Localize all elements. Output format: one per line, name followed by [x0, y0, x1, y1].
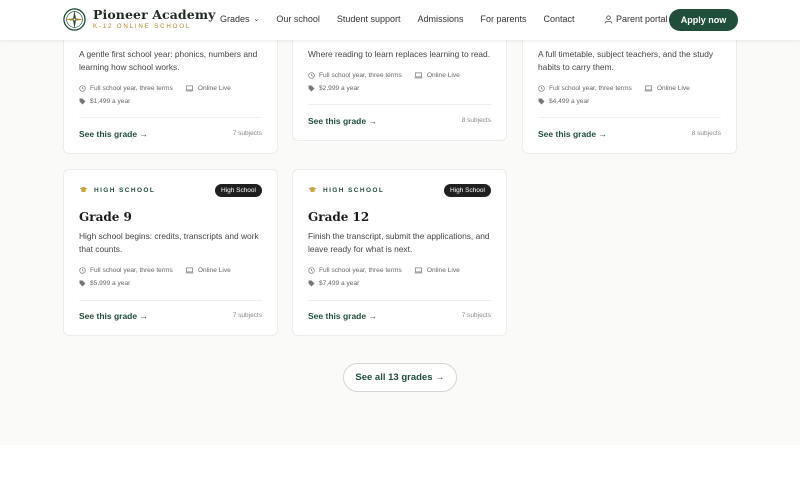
tag-icon: [538, 98, 545, 105]
schedule-text: Full school year, three terms: [319, 72, 402, 79]
price-meta: $1,499 a year: [79, 98, 130, 105]
main-nav: Grades ⌄ Our school Student support Admi…: [220, 14, 592, 24]
brand-logo[interactable]: Pioneer Academy K-12 ONLINE SCHOOL: [63, 8, 216, 31]
schedule-meta: Full school year, three terms Online Liv…: [79, 267, 231, 274]
laptop-icon: [644, 85, 653, 92]
see-grade-link[interactable]: See this grade →: [79, 311, 148, 321]
schedule-text: Full school year, three terms: [90, 85, 173, 92]
level-text: HIGH SCHOOL: [94, 187, 156, 194]
laptop-icon: [185, 85, 194, 92]
user-icon: [604, 14, 613, 23]
subject-count: 7 subjects: [461, 312, 491, 319]
schedule-meta: Full school year, three terms Online Liv…: [538, 85, 690, 92]
grade-card: HIGH SCHOOL High School Grade 9 High sch…: [63, 169, 278, 336]
compass-icon: [63, 8, 86, 31]
tag-icon: [79, 98, 86, 105]
schedule-text: Full school year, three terms: [319, 267, 402, 274]
nav-item-our-school[interactable]: Our school: [276, 14, 320, 24]
grade-title: Grade 12: [308, 210, 370, 224]
level-text: HIGH SCHOOL: [323, 187, 385, 194]
clock-icon: [308, 267, 315, 274]
laptop-icon: [414, 267, 423, 274]
price-meta: $7,499 a year: [308, 280, 359, 287]
price-text: $7,499 a year: [319, 280, 360, 287]
card-divider: [308, 300, 491, 301]
card-divider: [538, 117, 721, 118]
card-divider: [79, 300, 262, 301]
nav-item-label: Contact: [543, 14, 575, 24]
laptop-icon: [185, 267, 194, 274]
apply-now-button[interactable]: Apply now: [669, 9, 738, 31]
nav-item-label: Our school: [276, 14, 320, 24]
tag-icon: [308, 280, 315, 287]
nav-item-admissions[interactable]: Admissions: [417, 14, 463, 24]
nav-item-label: Student support: [336, 14, 401, 24]
grade-description: A full timetable, subject teachers, and …: [538, 49, 714, 72]
nav-item-student-support[interactable]: Student support: [337, 14, 401, 24]
schedule-text: Full school year, three terms: [90, 267, 173, 274]
grade-description: A gentle first school year: phonics, num…: [79, 49, 258, 72]
see-grade-link[interactable]: See this grade →: [308, 116, 377, 126]
brand-name: Pioneer Academy: [93, 7, 216, 22]
parent-portal-label: Parent portal: [616, 14, 668, 24]
grade-description: Finish the transcript, submit the applic…: [308, 231, 490, 254]
see-grade-link[interactable]: See this grade →: [79, 129, 148, 139]
price-meta: $2,999 a year: [308, 85, 359, 92]
tag-icon: [308, 85, 315, 92]
price-meta: $4,499 a year: [538, 98, 589, 105]
price-text: $1,499 a year: [90, 98, 131, 105]
level-label: HIGH SCHOOL: [308, 186, 384, 195]
clock-icon: [538, 85, 545, 92]
format-text: Online Live: [426, 267, 460, 274]
parent-portal-link[interactable]: Parent portal: [604, 14, 668, 24]
footer-band: [0, 445, 800, 500]
clock-icon: [308, 72, 315, 79]
tag-icon: [79, 280, 86, 287]
clock-icon: [79, 267, 86, 274]
level-badge: High School: [443, 184, 491, 197]
price-text: $4,499 a year: [549, 98, 590, 105]
schedule-meta: Full school year, three terms Online Liv…: [79, 85, 231, 92]
see-all-grades-button[interactable]: See all 13 grades →: [343, 363, 457, 392]
clock-icon: [79, 85, 86, 92]
brand-tagline: K-12 ONLINE SCHOOL: [93, 23, 192, 30]
subject-count: 7 subjects: [232, 130, 262, 137]
see-grade-link[interactable]: See this grade →: [308, 311, 377, 321]
price-meta: $5,999 a year: [79, 280, 130, 287]
schedule-meta: Full school year, three terms Online Liv…: [308, 267, 460, 274]
schedule-text: Full school year, three terms: [549, 85, 632, 92]
grade-description: High school begins: credits, transcripts…: [79, 231, 259, 254]
grade-description: Where reading to learn replaces learning…: [308, 49, 491, 59]
format-text: Online Live: [656, 85, 690, 92]
schedule-meta: Full school year, three terms Online Liv…: [308, 72, 460, 79]
level-label: HIGH SCHOOL: [79, 186, 155, 195]
price-text: $2,999 a year: [319, 85, 360, 92]
format-text: Online Live: [197, 267, 231, 274]
nav-item-label: For parents: [480, 14, 527, 24]
see-grade-link[interactable]: See this grade →: [538, 129, 607, 139]
laptop-icon: [414, 72, 423, 79]
format-text: Online Live: [426, 72, 460, 79]
level-badge: High School: [214, 184, 262, 197]
graduation-cap-icon: [308, 186, 317, 195]
grade-card: HIGH SCHOOL High School Grade 12 Finish …: [292, 169, 507, 336]
subject-count: 8 subjects: [461, 117, 491, 124]
subject-count: 7 subjects: [232, 312, 262, 319]
format-text: Online Live: [197, 85, 231, 92]
card-divider: [308, 104, 491, 105]
price-text: $5,999 a year: [90, 280, 131, 287]
nav-item-for-parents[interactable]: For parents: [480, 14, 526, 24]
chevron-down-icon: ⌄: [253, 16, 260, 23]
nav-item-contact[interactable]: Contact: [544, 14, 575, 24]
nav-item-label: Admissions: [417, 14, 464, 24]
grade-title: Grade 9: [79, 210, 132, 224]
site-header: Pioneer Academy K-12 ONLINE SCHOOL Grade…: [0, 0, 800, 40]
nav-item-grades[interactable]: Grades ⌄: [220, 14, 259, 24]
graduation-cap-icon: [79, 186, 88, 195]
subject-count: 8 subjects: [691, 130, 721, 137]
card-divider: [79, 117, 262, 118]
nav-item-label: Grades: [220, 14, 250, 24]
